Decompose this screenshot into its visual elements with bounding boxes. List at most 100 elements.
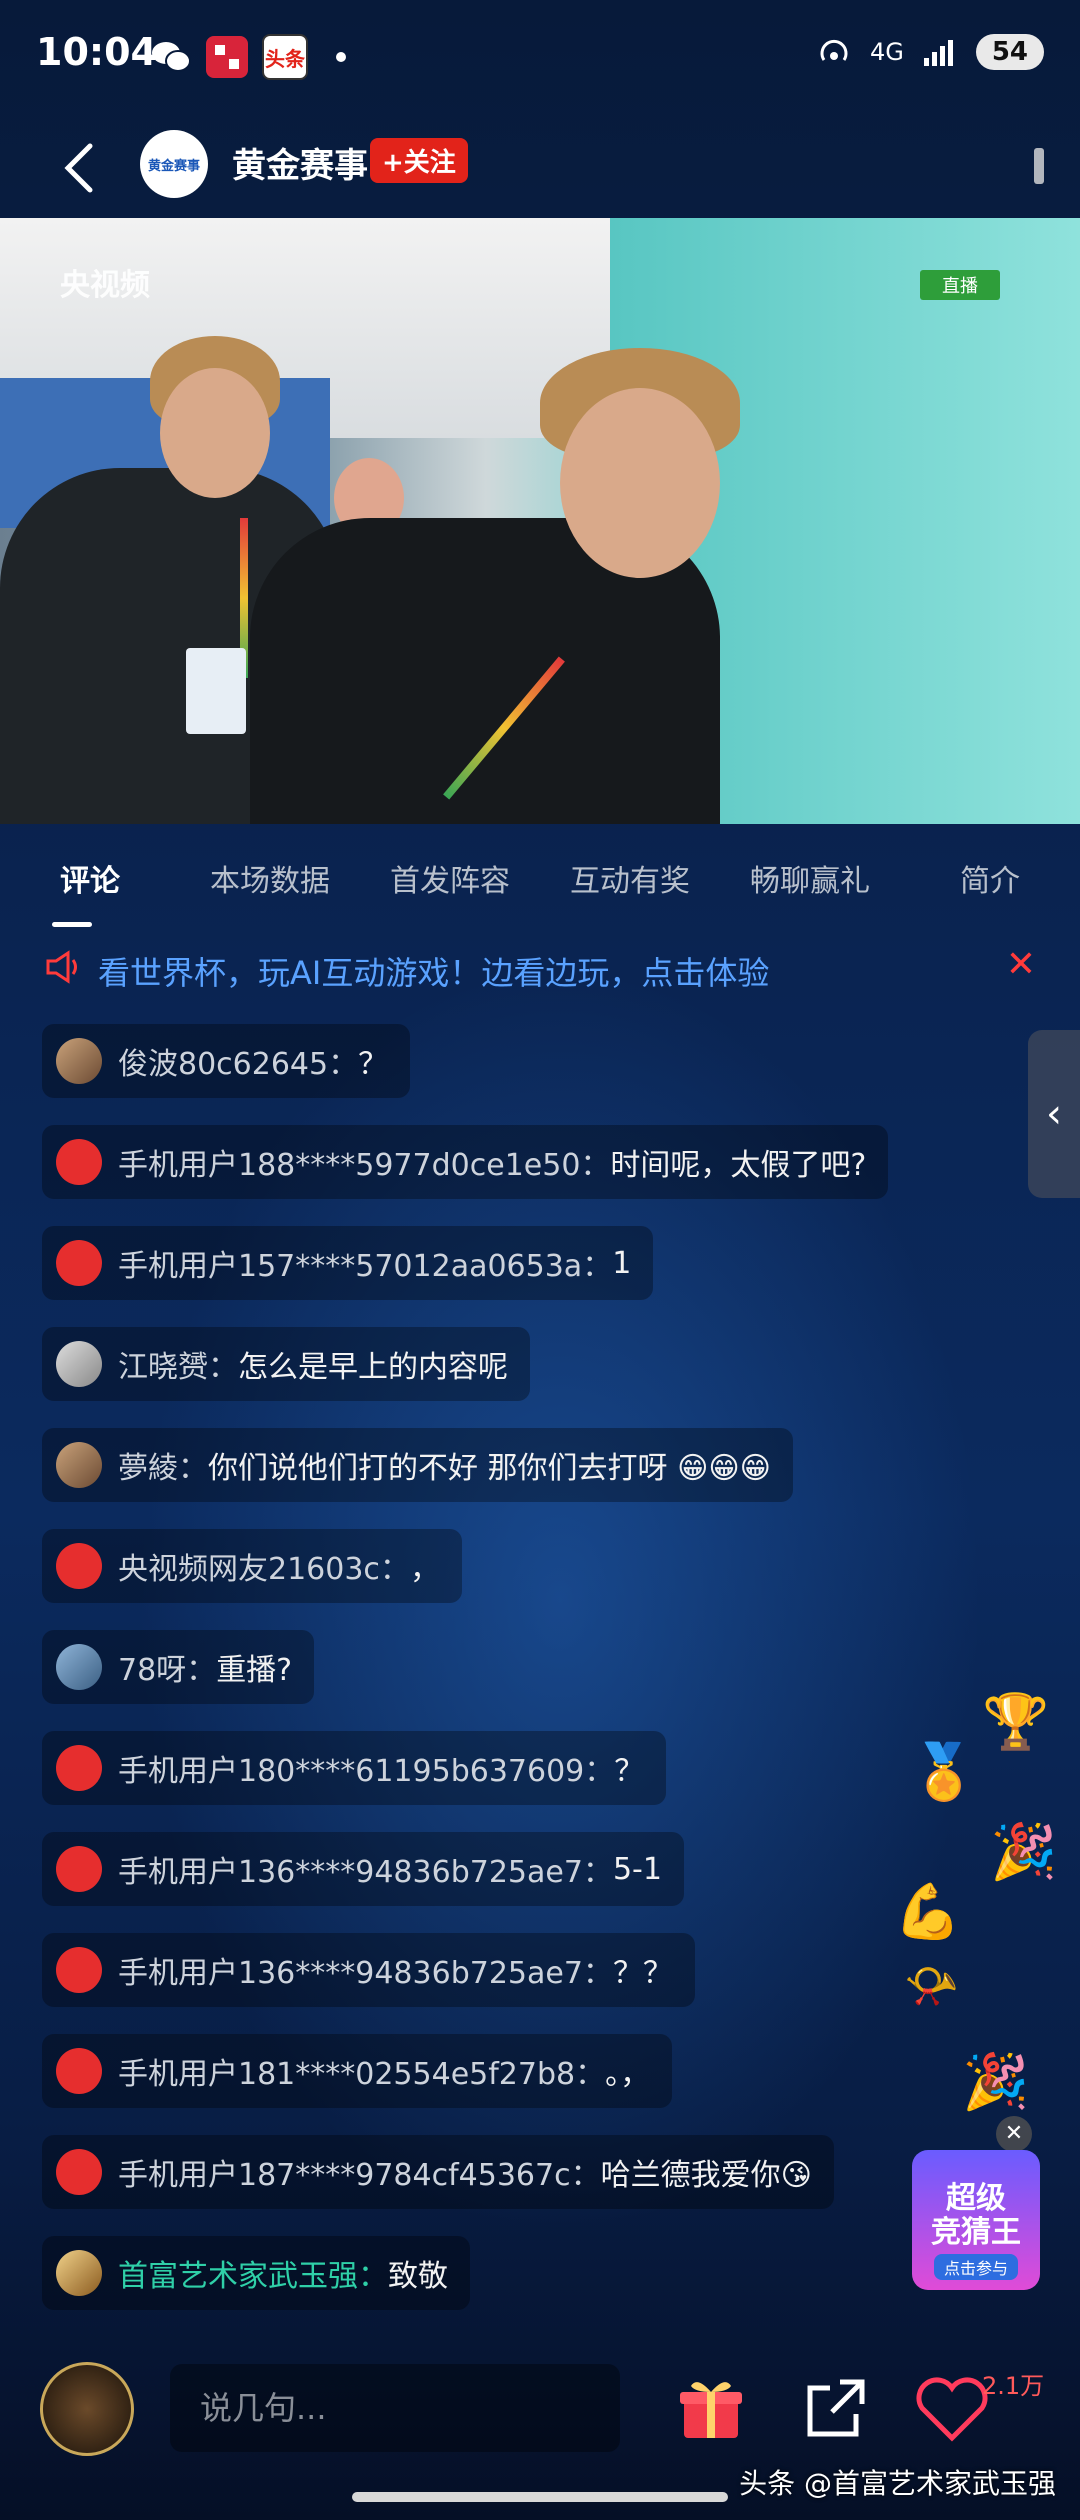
tab-chat-gifts[interactable]: 畅聊赢礼 <box>720 840 900 920</box>
party-popper-icon: 🎉 <box>990 1820 1058 1883</box>
list-item[interactable]: 首富艺术家武玉强： 致敬 <box>42 2236 470 2310</box>
tab-interactive-prizes[interactable]: 互动有奖 <box>540 840 720 920</box>
whistle-icon: 📯 <box>904 1961 959 2012</box>
avatar[interactable] <box>40 2362 134 2456</box>
list-item[interactable]: 手机用户187****9784cf45367c： 哈兰德我爱你😘 <box>42 2135 834 2209</box>
comment-user: 手机用户188****5977d0ce1e50： <box>118 1148 611 1183</box>
avatar <box>56 1139 102 1185</box>
comment-text: 5-1 <box>612 1851 662 1887</box>
comment-user: 手机用户187****9784cf45367c： <box>118 2158 601 2193</box>
video-player[interactable]: 央视频 直播 <box>0 218 1080 824</box>
video-watermark: 央视频 <box>60 268 150 303</box>
live-header: 黄金赛事 黄金赛事 +关注 <box>0 120 1080 220</box>
notification-dot-icon <box>336 52 346 62</box>
close-icon[interactable]: ✕ <box>996 2116 1032 2152</box>
promo-title-line1: 超级 <box>946 2181 1006 2216</box>
avatar <box>56 2250 102 2296</box>
tab-intro[interactable]: 简介 <box>900 840 1080 920</box>
channel-name[interactable]: 黄金赛事 <box>232 138 368 187</box>
comment-user: 江晓赟： <box>118 1350 238 1385</box>
tab-lineup[interactable]: 首发阵容 <box>360 840 540 920</box>
avatar <box>56 1846 102 1892</box>
avatar <box>56 2149 102 2195</box>
comment-user: 手机用户136****94836b725ae7： <box>118 1855 613 1890</box>
live-tag: 直播 <box>920 270 1000 300</box>
status-bar: 10:04 头条 4G 54 <box>0 0 1080 120</box>
avatar <box>56 2048 102 2094</box>
medal-icon: 🏅 <box>910 1740 978 1803</box>
tab-match-data[interactable]: 本场数据 <box>180 840 360 920</box>
signal-icon <box>923 40 953 66</box>
comment-user: 78呀： <box>118 1653 217 1688</box>
comment-user: 央视频网友21603c： <box>118 1552 410 1587</box>
promo-banner[interactable]: 看世界杯，玩AI互动游戏！边看边玩，点击体验 ✕ <box>44 940 1044 1000</box>
comment-text: ？ <box>358 1047 389 1082</box>
list-item[interactable]: 手机用户136****94836b725ae7： 5-1 <box>42 1832 684 1906</box>
share-icon[interactable] <box>800 2374 870 2444</box>
list-item[interactable]: 手机用户157****57012aa0653a： 1 <box>42 1226 654 1300</box>
avatar <box>56 1543 102 1589</box>
list-item[interactable]: 手机用户181****02554e5f27b8：。， <box>42 2034 673 2108</box>
comment-text: ， <box>409 1552 440 1587</box>
list-item[interactable]: 夢綾： 你们说他们打的不好 那你们去打呀 😁😁😁 <box>42 1428 793 1502</box>
guess-king-promo[interactable]: 超级 竞猜王 点击参与 <box>912 2150 1040 2290</box>
video-person-right-head <box>560 388 720 578</box>
list-item[interactable]: 78呀： 重播? <box>42 1630 315 1704</box>
side-panel-toggle[interactable]: ‹ <box>1028 1030 1080 1198</box>
trophy-icon: 🏆 <box>982 1690 1050 1753</box>
avatar <box>56 1442 102 1488</box>
comment-text: ？？ <box>612 1956 673 1991</box>
comment-text: 致敬 <box>388 2259 448 2294</box>
comment-user: 手机用户136****94836b725ae7： <box>118 1956 613 1991</box>
flexed-arm-icon: 💪 <box>894 1880 962 1943</box>
heart-icon[interactable] <box>912 2374 992 2444</box>
status-indicators: 4G 54 <box>816 34 1044 70</box>
list-item[interactable]: 江晓赟： 怎么是早上的内容呢 <box>42 1327 530 1401</box>
comment-user: 手机用户180****61195b637609： <box>118 1754 615 1789</box>
video-person-left-head <box>160 368 270 498</box>
comment-input[interactable] <box>170 2364 620 2452</box>
channel-avatar[interactable]: 黄金赛事 <box>140 130 208 198</box>
list-item[interactable]: 俊波80c62645：？ <box>42 1024 411 1098</box>
close-icon[interactable]: ✕ <box>1006 944 1036 985</box>
list-item[interactable]: 手机用户188****5977d0ce1e50： 时间呢，太假了吧? <box>42 1125 889 1199</box>
back-button[interactable] <box>52 138 112 198</box>
comment-user: 手机用户181****02554e5f27b8： <box>118 2057 606 2092</box>
video-badge <box>186 648 246 734</box>
promo-title-line2: 竞猜王 <box>931 2215 1021 2250</box>
list-item[interactable]: 央视频网友21603c：， <box>42 1529 462 1603</box>
comment-user: 手机用户157****57012aa0653a： <box>118 1249 613 1284</box>
comment-user: 俊波80c62645： <box>118 1047 359 1082</box>
list-item[interactable]: 手机用户180****61195b637609：？ <box>42 1731 667 1805</box>
wechat-icon <box>150 36 192 78</box>
channel-avatar-text: 黄金赛事 <box>147 158 200 174</box>
status-app-icons: 头条 <box>150 34 346 80</box>
tab-bar: 评论 本场数据 首发阵容 互动有奖 畅聊赢礼 简介 <box>0 840 1080 920</box>
follow-button[interactable]: +关注 <box>370 138 468 183</box>
promo-subtitle: 点击参与 <box>933 2254 1018 2280</box>
banner-text[interactable]: 看世界杯，玩AI互动游戏！边看边玩，点击体验 <box>98 948 769 994</box>
avatar <box>56 1341 102 1387</box>
avatar <box>56 1745 102 1791</box>
footer-watermark: 头条 @首富艺术家武玉强 <box>739 2467 1056 2500</box>
hotspot-icon <box>820 39 848 61</box>
avatar <box>56 1644 102 1690</box>
more-icon[interactable] <box>1034 148 1044 184</box>
bottom-bar: 2.1万 <box>0 2352 1080 2462</box>
comment-text: 哈兰德我爱你😘 <box>600 2158 812 2193</box>
home-indicator[interactable] <box>352 2492 728 2502</box>
comment-text: 怎么是早上的内容呢 <box>238 1350 508 1385</box>
gift-icon[interactable] <box>676 2374 746 2444</box>
battery-level: 54 <box>975 34 1044 70</box>
avatar <box>56 1947 102 1993</box>
megaphone-icon <box>46 950 77 984</box>
comment-list: 俊波80c62645：？ 手机用户188****5977d0ce1e50： 时间呢… <box>42 1024 942 2337</box>
tab-comments[interactable]: 评论 <box>0 840 180 920</box>
comment-user: 首富艺术家武玉强： <box>118 2259 388 2294</box>
network-type: 4G <box>869 38 904 66</box>
comment-text: ？ <box>614 1754 645 1789</box>
tab-active-indicator <box>52 922 92 927</box>
avatar <box>56 1038 102 1084</box>
list-item[interactable]: 手机用户136****94836b725ae7：？？ <box>42 1933 695 2007</box>
comment-user: 夢綾： <box>118 1451 208 1486</box>
